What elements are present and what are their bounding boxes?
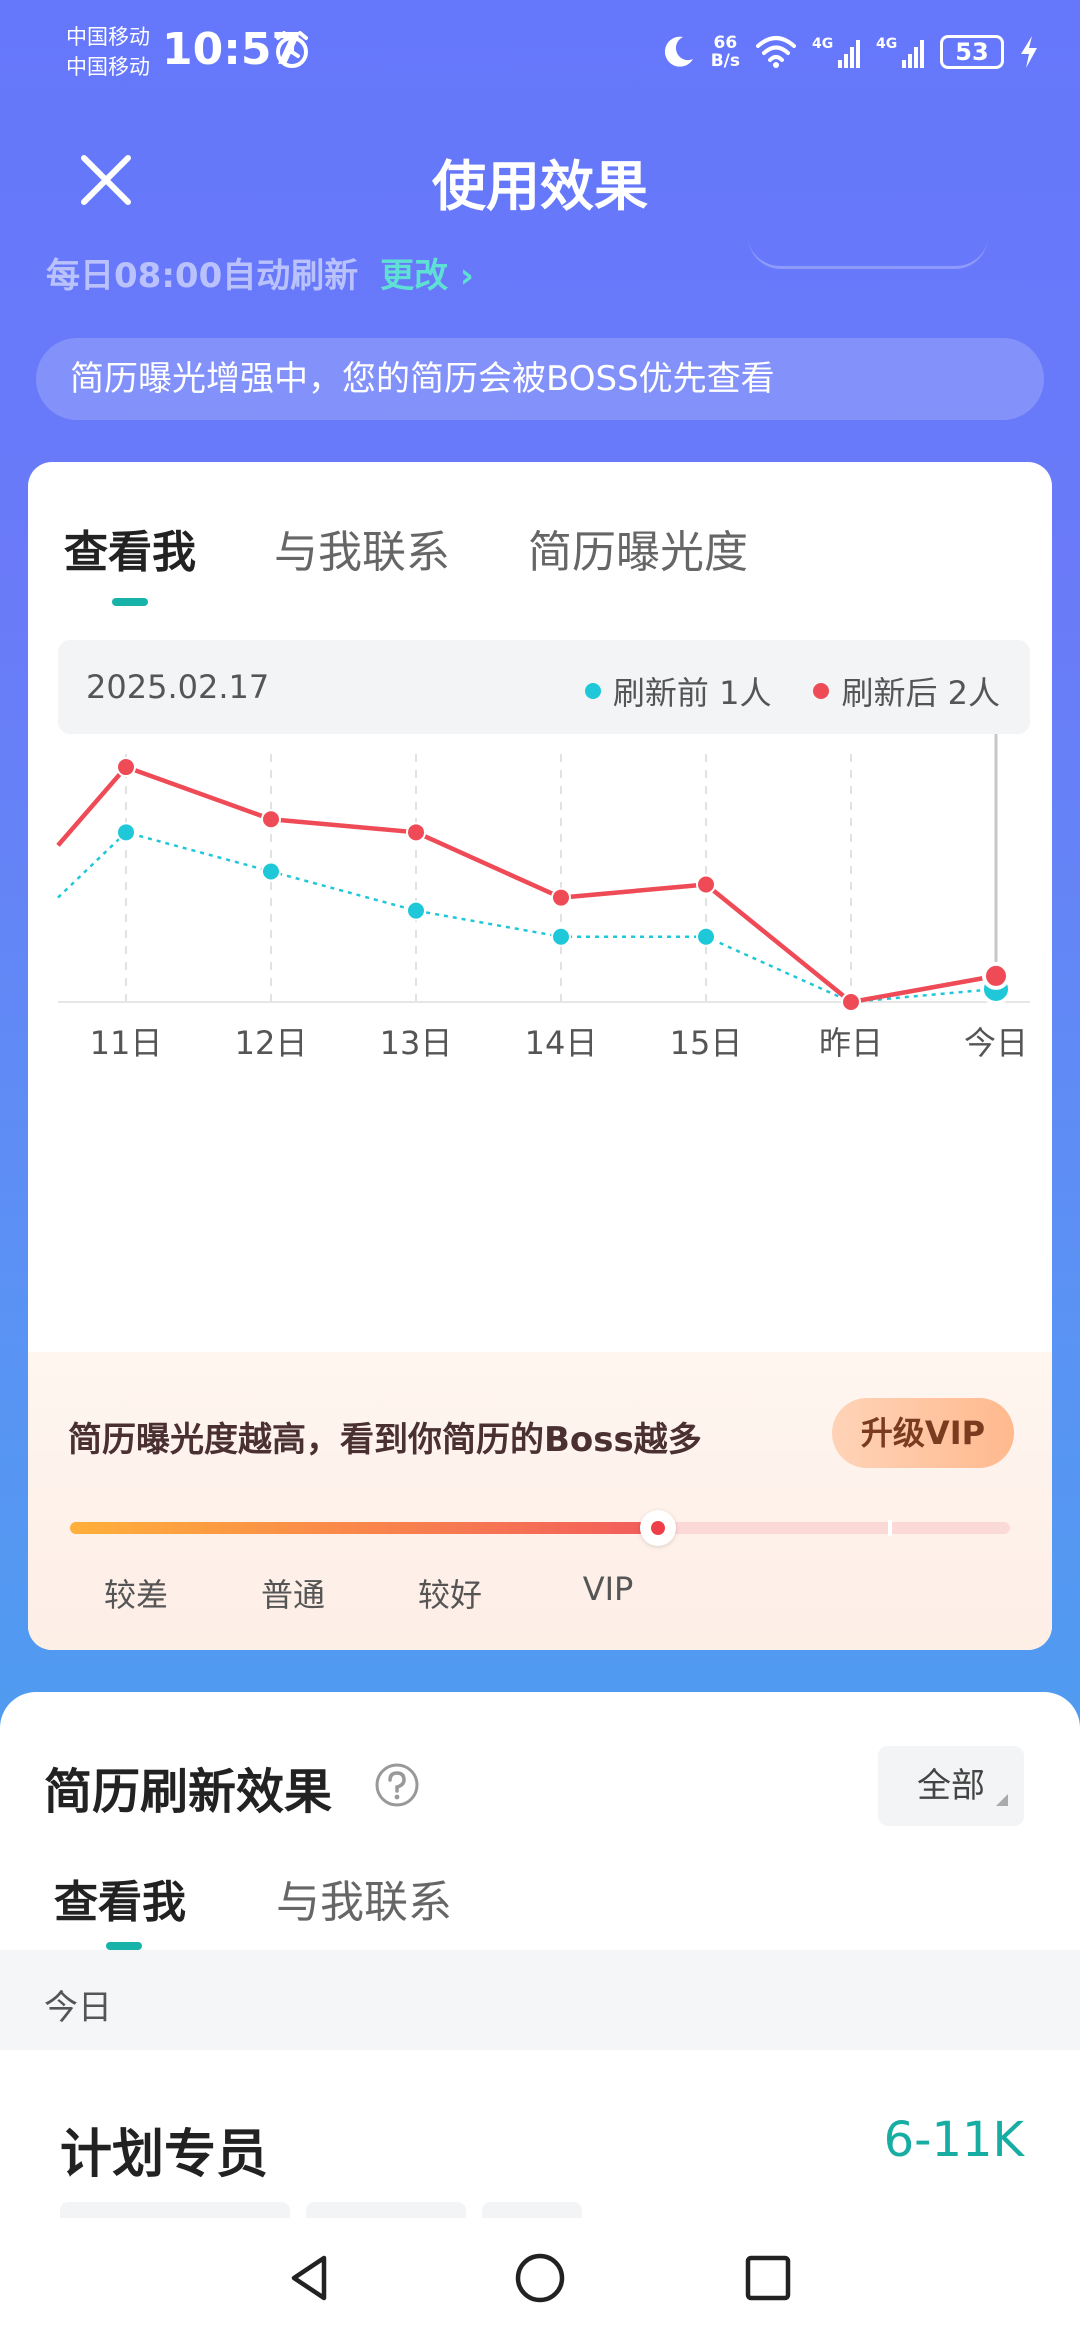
data-point bbox=[841, 992, 861, 1012]
data-point bbox=[696, 926, 716, 947]
net-speed-unit: B/s bbox=[710, 51, 740, 71]
data-point bbox=[261, 809, 281, 830]
section-title: 简历刷新效果 bbox=[44, 1764, 333, 1820]
level-vip: VIP bbox=[582, 1570, 634, 1608]
upgrade-vip-button[interactable]: 升级VIP bbox=[832, 1398, 1014, 1468]
battery-icon: 53 bbox=[940, 35, 1004, 69]
net-speed: 66 B/s bbox=[711, 34, 740, 70]
carrier-1: 中国移动 bbox=[66, 25, 150, 49]
exposure-level-knob bbox=[640, 1510, 676, 1546]
data-point bbox=[551, 887, 571, 908]
recent-apps-icon[interactable] bbox=[742, 2252, 794, 2304]
effect-card: 查看我 与我联系 简历曝光度 2025.02.17 刷新前 1人 刷新后 2人 … bbox=[28, 462, 1052, 1650]
vip-separator bbox=[888, 1520, 892, 1536]
active-tab-indicator-2 bbox=[106, 1942, 142, 1950]
chart-date: 2025.02.17 bbox=[86, 668, 270, 706]
carrier-info: 中国移动 中国移动 bbox=[66, 22, 150, 82]
refresh-text: 每日08:00自动刷新 bbox=[46, 256, 359, 296]
exposure-level-fill bbox=[70, 1522, 658, 1534]
legend-before: 刷新前 1人 bbox=[584, 668, 772, 714]
alarm-icon bbox=[276, 31, 308, 68]
x-tick-label: 昨日 bbox=[819, 1024, 883, 1062]
exposure-notice: 简历曝光增强中，您的简历会被BOSS优先查看 bbox=[36, 338, 1044, 420]
chart-info-bar: 2025.02.17 刷新前 1人 刷新后 2人 bbox=[58, 640, 1030, 734]
series-line-before bbox=[57, 831, 997, 1004]
x-tick-label: 13日 bbox=[380, 1024, 453, 1062]
data-point bbox=[551, 926, 571, 947]
tab-viewed-me-2[interactable]: 查看我 bbox=[54, 1866, 186, 1930]
help-icon[interactable] bbox=[374, 1762, 420, 1808]
x-tick-label: 12日 bbox=[235, 1024, 308, 1062]
chart-legend: 刷新前 1人 刷新后 2人 bbox=[584, 668, 1000, 714]
level-poor: 较差 bbox=[103, 1576, 168, 1614]
filter-dropdown[interactable]: 全部 bbox=[878, 1746, 1024, 1826]
exposure-level-track bbox=[70, 1510, 1010, 1546]
tab-viewed-me[interactable]: 查看我 bbox=[64, 516, 196, 580]
network-1: 4G bbox=[812, 36, 833, 52]
data-point bbox=[406, 900, 426, 921]
hidden-pill bbox=[748, 236, 988, 269]
level-good: 较好 bbox=[417, 1576, 482, 1614]
job-salary: 6-11K bbox=[883, 2112, 1024, 2168]
data-point bbox=[116, 757, 136, 778]
legend-after-label: 刷新后 2人 bbox=[841, 674, 1000, 712]
active-tab-indicator bbox=[112, 598, 148, 606]
charging-icon bbox=[1021, 36, 1037, 68]
tab-contacted-me-2[interactable]: 与我联系 bbox=[276, 1866, 452, 1930]
legend-after-dot bbox=[813, 683, 830, 699]
status-right: 66 B/s 4G 4G 53 bbox=[659, 28, 1040, 76]
line-chart[interactable]: 11日 12日 13日 14日 15日 昨日 今日 bbox=[28, 734, 1052, 1064]
legend-before-dot bbox=[584, 683, 601, 699]
back-icon[interactable] bbox=[282, 2250, 338, 2306]
day-group-header: 今日 bbox=[0, 1950, 1080, 2050]
carrier-2: 中国移动 bbox=[66, 55, 150, 79]
section-tabs: 查看我 与我联系 bbox=[54, 1866, 452, 1930]
net-speed-value: 66 bbox=[713, 33, 738, 53]
legend-after: 刷新后 2人 bbox=[813, 668, 1000, 714]
signal-icon-2: 4G bbox=[876, 36, 924, 68]
refresh-schedule: 每日08:00自动刷新 更改 › bbox=[46, 248, 474, 297]
wifi-icon bbox=[756, 36, 796, 68]
legend-before-label: 刷新前 1人 bbox=[612, 674, 772, 712]
home-icon[interactable] bbox=[512, 2250, 568, 2306]
series-line-after bbox=[56, 764, 997, 1005]
data-point bbox=[696, 874, 716, 895]
moon-icon bbox=[664, 36, 693, 67]
data-point bbox=[982, 961, 1010, 990]
day-label: 今日 bbox=[44, 1988, 112, 2028]
network-2: 4G bbox=[876, 36, 897, 52]
filter-value: 全部 bbox=[917, 1766, 985, 1806]
data-point bbox=[261, 861, 281, 882]
signal-icon: 4G bbox=[812, 36, 860, 68]
dropdown-corner-icon bbox=[996, 1794, 1008, 1806]
exposure-ranking: 简历曝光度越高，看到你简历的Boss越多 升级VIP 较差 普通 较好 VIP bbox=[28, 1352, 1052, 1650]
x-tick-label: 11日 bbox=[90, 1024, 163, 1062]
status-bar: 中国移动 中国移动 10:57 66 B/s 4G 4G 53 bbox=[0, 0, 1080, 110]
data-point bbox=[116, 822, 136, 843]
job-title[interactable]: 计划专员 bbox=[60, 2112, 268, 2187]
change-refresh-link[interactable]: 更改 › bbox=[380, 256, 474, 296]
x-tick-label: 今日 bbox=[964, 1024, 1028, 1062]
x-tick-label: 15日 bbox=[670, 1024, 743, 1062]
tab-exposure[interactable]: 简历曝光度 bbox=[528, 516, 748, 580]
level-normal: 普通 bbox=[260, 1576, 325, 1614]
data-point bbox=[406, 822, 426, 843]
ranking-text: 简历曝光度越高，看到你简历的Boss越多 bbox=[68, 1420, 702, 1460]
x-tick-label: 14日 bbox=[525, 1024, 598, 1062]
tab-contacted-me[interactable]: 与我联系 bbox=[274, 516, 450, 580]
system-nav-bar bbox=[0, 2218, 1080, 2340]
card-tabs: 查看我 与我联系 简历曝光度 bbox=[64, 516, 748, 580]
page-title: 使用效果 bbox=[432, 155, 648, 218]
